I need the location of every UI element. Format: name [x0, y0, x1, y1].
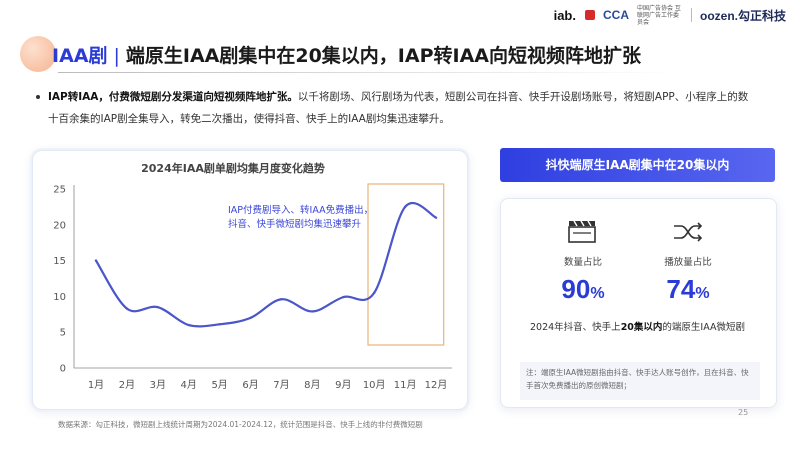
chart-title: 2024年IAA剧单剧均集月度变化趋势 [141, 162, 325, 175]
iab-logo-mark [585, 10, 595, 20]
summary-bullet: IAP转IAA，付费微短剧分发渠道向短视频阵地扩张。以千将剧场、风行剧场为代表，… [36, 86, 758, 130]
stat-label-plays: 播放量占比 [664, 257, 712, 268]
title-separator: | [113, 45, 120, 67]
annotation-line-1: IAP付费剧导入、转IAA免费播出， [228, 205, 374, 216]
shuffle-icon [674, 222, 703, 242]
title-decoration-circle [20, 36, 56, 72]
panel-note: 注：端原生IAA微短剧指由抖音、快手达人账号创作，且在抖音、快手首次免费播出的原… [520, 362, 760, 400]
iab-logo: iab. [553, 7, 576, 23]
panel-caption: 2024年抖音、快手上20集以内的端原生IAA微短剧 [530, 322, 745, 333]
data-source: 数据来源：勾正科技，微短剧上线统计周期为2024.01-2024.12，统计范围… [58, 420, 423, 429]
title-prefix: IAA剧 [52, 45, 108, 67]
logo-divider [691, 8, 692, 22]
bullet-dot [36, 95, 40, 99]
panel-header: 抖快端原生IAA剧集中在20集以内 [500, 148, 775, 182]
stat-label-count: 数量占比 [563, 257, 602, 268]
chart-card [32, 150, 468, 410]
title-underline [58, 72, 678, 73]
stat-value-plays: 74% [666, 274, 710, 304]
clapperboard-icon [568, 220, 596, 243]
oozen-logo: oozen.勾正科技 [700, 8, 786, 23]
title-main: 端原生IAA剧集中在20集以内，IAP转IAA向短视频阵地扩张 [125, 45, 641, 67]
chart-annotation: IAP付费剧导入、转IAA免费播出， 抖音、快手微短剧均集迅速攀升 [228, 204, 373, 232]
bullet-bold: IAP转IAA，付费微短剧分发渠道向短视频阵地扩张。 [48, 91, 298, 103]
page-title: IAA剧 | 端原生IAA剧集中在20集以内，IAP转IAA向短视频阵地扩张 [52, 41, 641, 68]
annotation-line-2: 抖音、快手微短剧均集迅速攀升 [228, 219, 362, 230]
cca-logo-text: 中国广告协会 互联网广告工作委员会 [637, 4, 681, 26]
page-number: 25 [738, 408, 749, 417]
stat-value-count: 90% [561, 274, 605, 304]
cca-logo: CCA [603, 8, 629, 22]
partner-logos: iab. CCA 中国广告协会 互联网广告工作委员会 oozen.勾正科技 [553, 4, 786, 26]
